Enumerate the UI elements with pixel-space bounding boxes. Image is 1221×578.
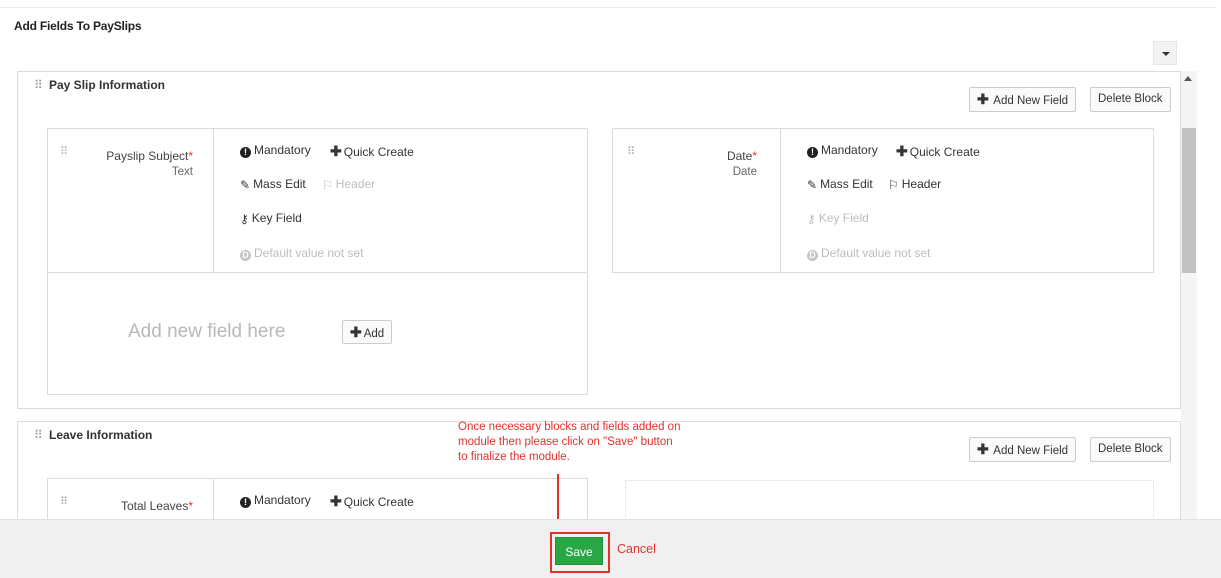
header-option[interactable]: ⚐ Header [322, 177, 375, 192]
quick-create-option[interactable]: ✚ Quick Create [330, 143, 414, 160]
default-value-option[interactable]: D Default value not set [240, 246, 363, 261]
required-mark: * [752, 149, 757, 163]
plus-icon: ✚ [330, 493, 342, 509]
grip-icon[interactable]: ⠿ [60, 147, 68, 158]
field-card-payslip-subject[interactable]: ⠿ Payslip Subject* Text ! Mandatory ✚ Quic… [47, 128, 588, 273]
add-field-button[interactable]: ✚ Add [342, 320, 393, 344]
add-new-field-button[interactable]: ✚ Add New Field [969, 437, 1077, 462]
mandatory-label: Mandatory [254, 493, 311, 507]
field-divider [780, 129, 781, 272]
plus-icon: ✚ [977, 441, 989, 457]
save-instruction-annotation: Once necessary blocks and fields added o… [458, 420, 728, 465]
block-title: Pay Slip Information [49, 78, 166, 92]
drag-handle-icon[interactable]: ⠿ [34, 78, 44, 92]
default-icon: D [240, 250, 251, 261]
drag-handle-icon[interactable]: ⠿ [34, 428, 44, 442]
quick-create-option[interactable]: ✚ Quick Create [896, 143, 980, 160]
mass-edit-label: Mass Edit [820, 177, 873, 191]
grip-icon[interactable]: ⠿ [627, 147, 635, 158]
field-name: Date* [637, 149, 757, 163]
block-title: Leave Information [49, 428, 153, 442]
key-field-label: Key Field [818, 211, 869, 225]
plus-icon: ✚ [350, 324, 362, 340]
delete-block-button[interactable]: Delete Block [1090, 87, 1171, 112]
annotation-line: to finalize the module. [458, 451, 570, 463]
add-field-label: Add [363, 328, 385, 340]
field-name: Payslip Subject* [73, 149, 193, 163]
scrollbar-thumb[interactable] [1182, 128, 1196, 273]
mass-edit-option[interactable]: ✎ Mass Edit [240, 177, 306, 192]
required-mark: * [188, 499, 193, 513]
field-name-text: Payslip Subject [106, 149, 189, 163]
header-option[interactable]: ⚐ Header [888, 177, 941, 192]
add-new-field-placeholder: Add new field here [128, 321, 286, 342]
field-name-text: Date [726, 149, 753, 163]
field-name-text: Total Leaves [120, 499, 189, 513]
mandatory-label: Mandatory [254, 143, 311, 157]
field-card-date[interactable]: ⠿ Date* Date ! Mandatory ✚ Quick Create ✎ M… [612, 128, 1154, 273]
field-card-total-leaves[interactable]: ⠿ Total Leaves* ! Mandatory ✚ Quick Create [47, 478, 588, 519]
plus-icon: ✚ [977, 91, 989, 107]
empty-field-slot[interactable] [625, 480, 1154, 519]
add-new-field-button[interactable]: ✚ Add New Field [969, 87, 1077, 112]
mass-edit-icon: ✎ [240, 178, 251, 192]
key-field-label: Key Field [251, 211, 302, 225]
field-divider [213, 479, 214, 519]
block-menu-dropdown[interactable] [1153, 41, 1177, 65]
field-name: Total Leaves* [73, 499, 193, 513]
mandatory-option[interactable]: ! Mandatory [240, 143, 311, 158]
default-value-label: Default value not set [821, 246, 931, 260]
quick-create-label: Quick Create [343, 145, 414, 159]
quick-create-label: Quick Create [343, 495, 414, 509]
key-icon: ⚷ [240, 212, 249, 226]
scroll-up-arrow-icon[interactable] [1184, 76, 1192, 81]
annotation-line: module then please click on "Save" butto… [458, 436, 673, 448]
key-field-option[interactable]: ⚷ Key Field [807, 211, 869, 226]
add-field-dropzone[interactable]: Add new field here ✚ Add [47, 272, 588, 395]
top-divider [0, 7, 1216, 8]
annotation-line: Once necessary blocks and fields added o… [458, 421, 681, 433]
quick-create-label: Quick Create [909, 145, 980, 159]
flag-icon: ⚐ [322, 178, 333, 192]
mass-edit-option[interactable]: ✎ Mass Edit [807, 177, 873, 192]
plus-icon: ✚ [896, 143, 908, 159]
plus-icon: ✚ [330, 143, 342, 159]
key-field-option[interactable]: ⚷ Key Field [240, 211, 302, 226]
footer-action-bar [0, 519, 1221, 578]
exclamation-icon: ! [240, 147, 251, 158]
field-type: Date [732, 166, 757, 178]
field-divider [213, 129, 214, 272]
header-label: Header [901, 177, 942, 191]
header-label: Header [335, 177, 376, 191]
quick-create-option[interactable]: ✚ Quick Create [330, 493, 414, 510]
add-new-field-label: Add New Field [993, 445, 1069, 457]
save-button[interactable]: Save [555, 537, 603, 565]
key-icon: ⚷ [807, 212, 816, 226]
field-type: Text [171, 166, 193, 178]
mandatory-label: Mandatory [821, 143, 878, 157]
required-mark: * [188, 149, 193, 163]
mass-edit-label: Mass Edit [253, 177, 306, 191]
mass-edit-icon: ✎ [807, 178, 818, 192]
mandatory-option[interactable]: ! Mandatory [240, 493, 311, 508]
block-pay-slip-information: ⠿ Pay Slip Information ✚ Add New Field D… [17, 71, 1181, 409]
page-title: Add Fields To PaySlips [14, 19, 142, 33]
mandatory-option[interactable]: ! Mandatory [807, 143, 878, 158]
exclamation-icon: ! [240, 497, 251, 508]
default-icon: D [807, 250, 818, 261]
delete-block-button[interactable]: Delete Block [1090, 437, 1171, 462]
flag-icon: ⚐ [888, 178, 899, 192]
add-new-field-label: Add New Field [993, 95, 1069, 107]
default-value-option[interactable]: D Default value not set [807, 246, 930, 261]
exclamation-icon: ! [807, 147, 818, 158]
grip-icon[interactable]: ⠿ [60, 497, 68, 508]
default-value-label: Default value not set [254, 246, 364, 260]
cancel-link[interactable]: Cancel [617, 542, 656, 556]
